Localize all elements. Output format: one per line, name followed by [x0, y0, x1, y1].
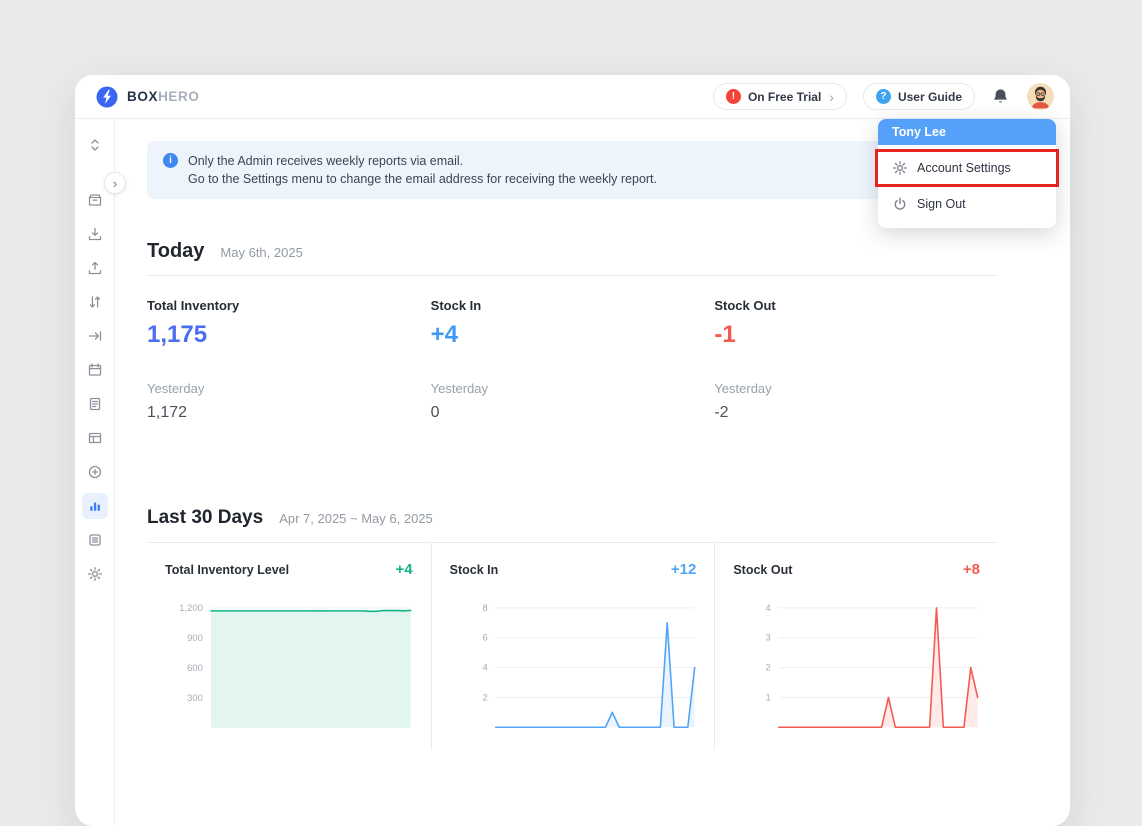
yesterday-label: Yesterday	[431, 381, 715, 396]
stat-value: +4	[431, 321, 715, 349]
info-icon: i	[163, 153, 178, 168]
svg-text:6: 6	[482, 633, 487, 644]
banner-line2: Go to the Settings menu to change the em…	[188, 170, 657, 188]
user-menu-name[interactable]: Tony Lee	[878, 119, 1056, 145]
chart-panel-stock-in: Stock In +12 2 4 6 8	[431, 543, 715, 750]
svg-text:2: 2	[766, 663, 771, 674]
user-avatar[interactable]	[1027, 83, 1054, 110]
sidebar-expand-button[interactable]: ›	[104, 172, 126, 194]
chart-title: Stock In	[450, 563, 499, 577]
last30-section: Last 30 Days Apr 7, 2025 ~ May 6, 2025 T…	[147, 506, 998, 750]
svg-text:2: 2	[482, 692, 487, 703]
last30-range: Apr 7, 2025 ~ May 6, 2025	[279, 511, 433, 526]
yesterday-label: Yesterday	[714, 381, 998, 396]
transactions-icon[interactable]	[82, 527, 108, 553]
purchase-sales-icon[interactable]	[82, 391, 108, 417]
topbar-actions: ! On Free Trial › ? User Guide	[713, 83, 1054, 110]
stock-in-icon[interactable]	[82, 221, 108, 247]
items-icon[interactable]	[82, 187, 108, 213]
svg-text:600: 600	[187, 663, 203, 674]
last30-header: Last 30 Days Apr 7, 2025 ~ May 6, 2025	[147, 506, 998, 530]
today-header: Today May 6th, 2025	[147, 239, 998, 263]
add-data-icon[interactable]	[82, 459, 108, 485]
trial-alert-icon: !	[726, 89, 741, 104]
chevron-right-icon: ›	[829, 89, 834, 105]
yesterday-value: -2	[714, 404, 998, 422]
stock-out-chart: 1 2 3 4	[733, 590, 980, 739]
brand-text-light: HERO	[158, 89, 199, 104]
chart-panel-total-inventory: Total Inventory Level +4 300 600 900 1,200	[147, 543, 431, 750]
boxhero-logo-icon	[95, 85, 119, 109]
yesterday-value: 1,172	[147, 404, 431, 422]
banner-text: Only the Admin receives weekly reports v…	[188, 152, 657, 188]
gear-icon	[892, 160, 908, 176]
today-stats: Total Inventory 1,175 Yesterday 1,172 St…	[147, 298, 998, 422]
yesterday-label: Yesterday	[147, 381, 431, 396]
brand-text: BOXHERO	[127, 89, 199, 104]
svg-text:3: 3	[766, 633, 771, 644]
app-window: BOXHERO ! On Free Trial › ? User Guide	[75, 75, 1070, 826]
svg-text:4: 4	[766, 603, 771, 614]
settings-icon[interactable]	[82, 561, 108, 587]
svg-text:8: 8	[482, 603, 487, 614]
inventory-level-chart: 300 600 900 1,200	[165, 590, 413, 740]
sign-out-label: Sign Out	[917, 197, 966, 211]
chart-delta: +12	[671, 561, 696, 578]
chart-panel-stock-out: Stock Out +8 1 2 3 4	[714, 543, 998, 750]
stat-stock-out: Stock Out -1 Yesterday -2	[714, 298, 998, 422]
brand-logo[interactable]: BOXHERO	[95, 85, 199, 109]
stat-label: Total Inventory	[147, 298, 431, 313]
adjust-icon[interactable]	[82, 289, 108, 315]
stat-total-inventory: Total Inventory 1,175 Yesterday 1,172	[147, 298, 431, 422]
chart-delta: +8	[963, 561, 980, 578]
sidebar: ›	[75, 119, 115, 825]
today-section: Today May 6th, 2025 Total Inventory 1,17…	[147, 239, 998, 422]
banner-line1: Only the Admin receives weekly reports v…	[188, 152, 657, 170]
question-icon: ?	[876, 89, 891, 104]
yesterday-value: 0	[431, 404, 715, 422]
brand-text-bold: BOX	[127, 89, 158, 104]
power-icon	[892, 196, 908, 212]
guide-label: User Guide	[898, 90, 962, 104]
barcode-label-icon[interactable]	[82, 425, 108, 451]
free-trial-button[interactable]: ! On Free Trial ›	[713, 83, 847, 110]
user-menu-dropdown: Tony Lee Account Settings	[878, 119, 1056, 228]
stat-stock-in: Stock In +4 Yesterday 0	[431, 298, 715, 422]
past-quantity-icon[interactable]	[82, 357, 108, 383]
account-settings-label: Account Settings	[917, 161, 1011, 175]
menu-item-account-settings[interactable]: Account Settings	[878, 150, 1056, 186]
move-icon[interactable]	[82, 323, 108, 349]
top-bar: BOXHERO ! On Free Trial › ? User Guide	[75, 75, 1070, 119]
menu-item-sign-out[interactable]: Sign Out	[878, 186, 1056, 222]
today-title: Today	[147, 239, 204, 263]
svg-text:4: 4	[482, 663, 487, 674]
trial-label: On Free Trial	[748, 90, 821, 104]
last30-title: Last 30 Days	[147, 506, 263, 530]
svg-text:300: 300	[187, 693, 203, 704]
svg-text:1: 1	[766, 692, 771, 703]
svg-text:900: 900	[187, 633, 203, 644]
stock-in-chart: 2 4 6 8	[450, 590, 697, 739]
info-banner: i Only the Admin receives weekly reports…	[147, 141, 998, 199]
analytics-icon[interactable]	[82, 493, 108, 519]
stat-label: Stock Out	[714, 298, 998, 313]
stat-value: 1,175	[147, 321, 431, 349]
chart-title: Total Inventory Level	[165, 563, 289, 577]
stock-out-icon[interactable]	[82, 255, 108, 281]
today-date: May 6th, 2025	[220, 245, 302, 260]
stat-label: Stock In	[431, 298, 715, 313]
charts-row: Total Inventory Level +4 3006009001,200 …	[147, 543, 998, 750]
divider	[147, 275, 998, 276]
chart-delta: +4	[396, 561, 413, 578]
stat-value: -1	[714, 321, 998, 349]
notifications-bell-icon[interactable]	[991, 87, 1011, 107]
user-guide-button[interactable]: ? User Guide	[863, 83, 975, 110]
svg-text:1,200: 1,200	[179, 603, 203, 614]
reorder-icon[interactable]	[82, 132, 108, 158]
chart-title: Stock Out	[733, 563, 792, 577]
